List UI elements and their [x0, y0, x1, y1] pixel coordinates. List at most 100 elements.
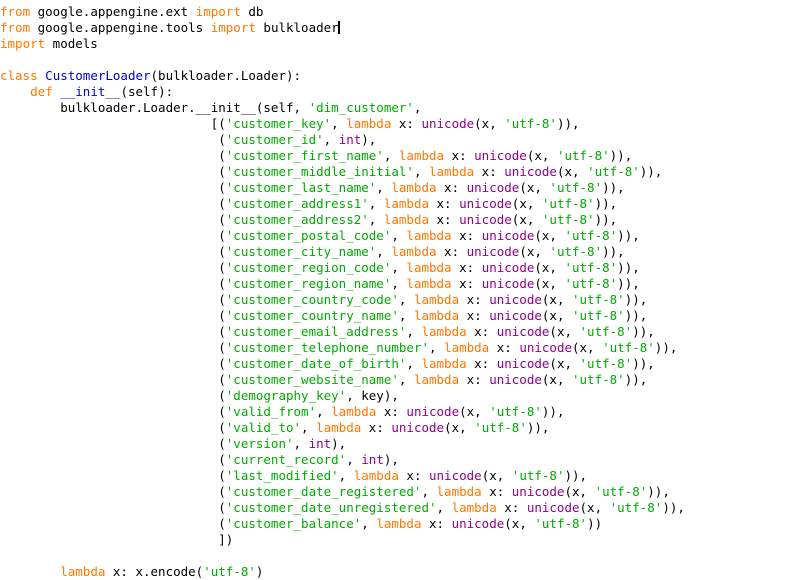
code-token-plain: , — [398, 308, 414, 323]
code-token-string: 'utf-8' — [203, 564, 256, 579]
code-line[interactable]: ('customer_country_code', lambda x: unic… — [0, 292, 790, 308]
code-token-plain: ( — [0, 132, 226, 147]
code-token-string: 'customer_date_of_birth' — [225, 356, 407, 371]
code-line[interactable]: ('customer_city_name', lambda x: unicode… — [0, 244, 790, 260]
code-token-plain: )), — [564, 468, 588, 483]
code-token-plain: x: — [459, 292, 490, 307]
code-line[interactable]: class CustomerLoader(bulkloader.Loader): — [0, 68, 790, 84]
code-token-plain: x: — [436, 180, 467, 195]
code-line[interactable]: ('customer_balance', lambda x: unicode(x… — [0, 516, 790, 532]
code-line[interactable]: ('customer_postal_code', lambda x: unico… — [0, 228, 790, 244]
code-token-string: 'utf-8' — [511, 468, 565, 483]
code-token-keyword: lambda — [383, 212, 429, 227]
code-token-plain: x: — [466, 324, 497, 339]
code-token-plain: )), — [556, 116, 580, 131]
code-token-plain: x: — [489, 340, 520, 355]
code-token-string: 'version' — [225, 436, 294, 451]
code-line[interactable]: ('last_modified', lambda x: unicode(x, '… — [0, 468, 790, 484]
code-token-plain: (x, — [504, 516, 535, 531]
code-token-plain: x: — [429, 196, 460, 211]
code-token-plain: ( — [0, 276, 226, 291]
code-line[interactable]: ]) — [0, 532, 790, 548]
code-line[interactable]: ('version', int), — [0, 436, 790, 452]
code-token-plain: (x, — [556, 164, 588, 179]
code-line[interactable]: ('customer_telephone_number', lambda x: … — [0, 340, 790, 356]
code-token-string: 'dim_customer' — [308, 100, 414, 115]
code-line[interactable] — [0, 52, 790, 68]
code-token-plain: ]) — [0, 532, 234, 547]
code-token-plain: ( — [0, 500, 226, 515]
code-token-builtin: unicode — [466, 244, 520, 259]
code-token-plain: , — [316, 404, 332, 419]
code-token-plain: , — [398, 292, 414, 307]
code-line[interactable]: ('valid_to', lambda x: unicode(x, 'utf-8… — [0, 420, 790, 436]
code-line[interactable]: lambda x: x.encode('utf-8') — [0, 564, 790, 580]
code-token-plain: (x, — [549, 356, 580, 371]
code-line[interactable]: ('customer_region_code', lambda x: unico… — [0, 260, 790, 276]
code-token-string: 'customer_website_name' — [225, 372, 399, 387]
code-line[interactable]: import models — [0, 36, 790, 52]
code-line[interactable]: ('customer_last_name', lambda x: unicode… — [0, 180, 790, 196]
code-editor-viewport[interactable]: from google.appengine.ext import db from … — [0, 0, 790, 579]
code-token-string: 'customer_region_code' — [225, 260, 392, 275]
code-line[interactable]: ('customer_country_name', lambda x: unic… — [0, 308, 790, 324]
code-line[interactable]: ('current_record', int), — [0, 452, 790, 468]
code-line[interactable]: def __init__(self): — [0, 84, 790, 100]
code-line[interactable]: ('customer_first_name', lambda x: unicod… — [0, 148, 790, 164]
code-token-plain: x: — [466, 356, 497, 371]
code-line[interactable]: ('customer_date_registered', lambda x: u… — [0, 484, 790, 500]
code-token-plain: )), — [624, 308, 648, 323]
code-token-name: __init__ — [60, 84, 121, 99]
code-token-plain: x: — [459, 372, 490, 387]
code-token-string: 'utf-8' — [474, 420, 527, 435]
code-line[interactable]: ('demography_key', key), — [0, 388, 790, 404]
code-token-plain: , — [421, 484, 437, 499]
code-token-plain: x: — [429, 212, 460, 227]
code-token-plain: x: x.encode( — [105, 564, 204, 579]
code-token-builtin: int — [361, 452, 384, 467]
code-token-plain: , — [323, 132, 339, 147]
code-token-plain: )), — [602, 180, 625, 195]
code-line[interactable]: ('customer_middle_initial', lambda x: un… — [0, 164, 790, 180]
code-token-plain: (x, — [511, 212, 542, 227]
code-line[interactable]: ('customer_address2', lambda x: unicode(… — [0, 212, 790, 228]
code-token-plain: x: — [474, 164, 505, 179]
code-line[interactable]: ('customer_id', int), — [0, 132, 790, 148]
code-line[interactable]: ('customer_address1', lambda x: unicode(… — [0, 196, 790, 212]
code-token-string: 'utf-8' — [609, 500, 663, 515]
code-token-keyword: lambda — [444, 340, 490, 355]
code-line[interactable]: ('customer_website_name', lambda x: unic… — [0, 372, 790, 388]
code-line[interactable]: ('customer_email_address', lambda x: uni… — [0, 324, 790, 340]
code-token-keyword: lambda — [421, 356, 467, 371]
code-token-plain: ( — [0, 212, 226, 227]
code-token-plain: ( — [0, 340, 226, 355]
code-token-string: 'utf-8' — [489, 404, 542, 419]
code-token-string: 'utf-8' — [572, 372, 625, 387]
code-line[interactable] — [0, 548, 790, 564]
code-token-builtin: unicode — [391, 420, 445, 435]
code-line[interactable]: ('customer_region_name', lambda x: unico… — [0, 276, 790, 292]
code-token-keyword: def — [30, 84, 53, 99]
code-token-plain: , — [293, 436, 309, 451]
code-token-string: 'demography_key' — [225, 388, 347, 403]
code-token-string: 'customer_key' — [225, 116, 332, 131]
code-line[interactable]: from google.appengine.ext import db — [0, 4, 790, 20]
code-line[interactable]: ('customer_date_of_birth', lambda x: uni… — [0, 356, 790, 372]
code-token-plain: db — [240, 4, 264, 19]
code-line[interactable]: [('customer_key', lambda x: unicode(x, '… — [0, 116, 790, 132]
code-token-keyword: lambda — [436, 484, 482, 499]
code-token-plain: ( — [0, 164, 226, 179]
code-token-plain: )), — [602, 244, 625, 259]
code-line[interactable]: ('customer_date_unregistered', lambda x:… — [0, 500, 790, 516]
code-line[interactable]: bulkloader.Loader.__init__(self, 'dim_cu… — [0, 100, 790, 116]
code-line[interactable]: from google.appengine.tools import bulkl… — [0, 20, 790, 36]
code-token-plain: x: — [481, 484, 512, 499]
code-token-string: 'current_record' — [225, 452, 347, 467]
code-token-plain: , — [301, 420, 317, 435]
code-token-plain: x: — [421, 516, 452, 531]
code-token-string: 'customer_id' — [225, 132, 324, 147]
code-token-builtin: unicode — [481, 276, 535, 291]
code-line[interactable]: ('valid_from', lambda x: unicode(x, 'utf… — [0, 404, 790, 420]
code-token-string: 'last_modified' — [225, 468, 339, 483]
source-code-text[interactable]: from google.appengine.ext import db from … — [0, 4, 790, 580]
